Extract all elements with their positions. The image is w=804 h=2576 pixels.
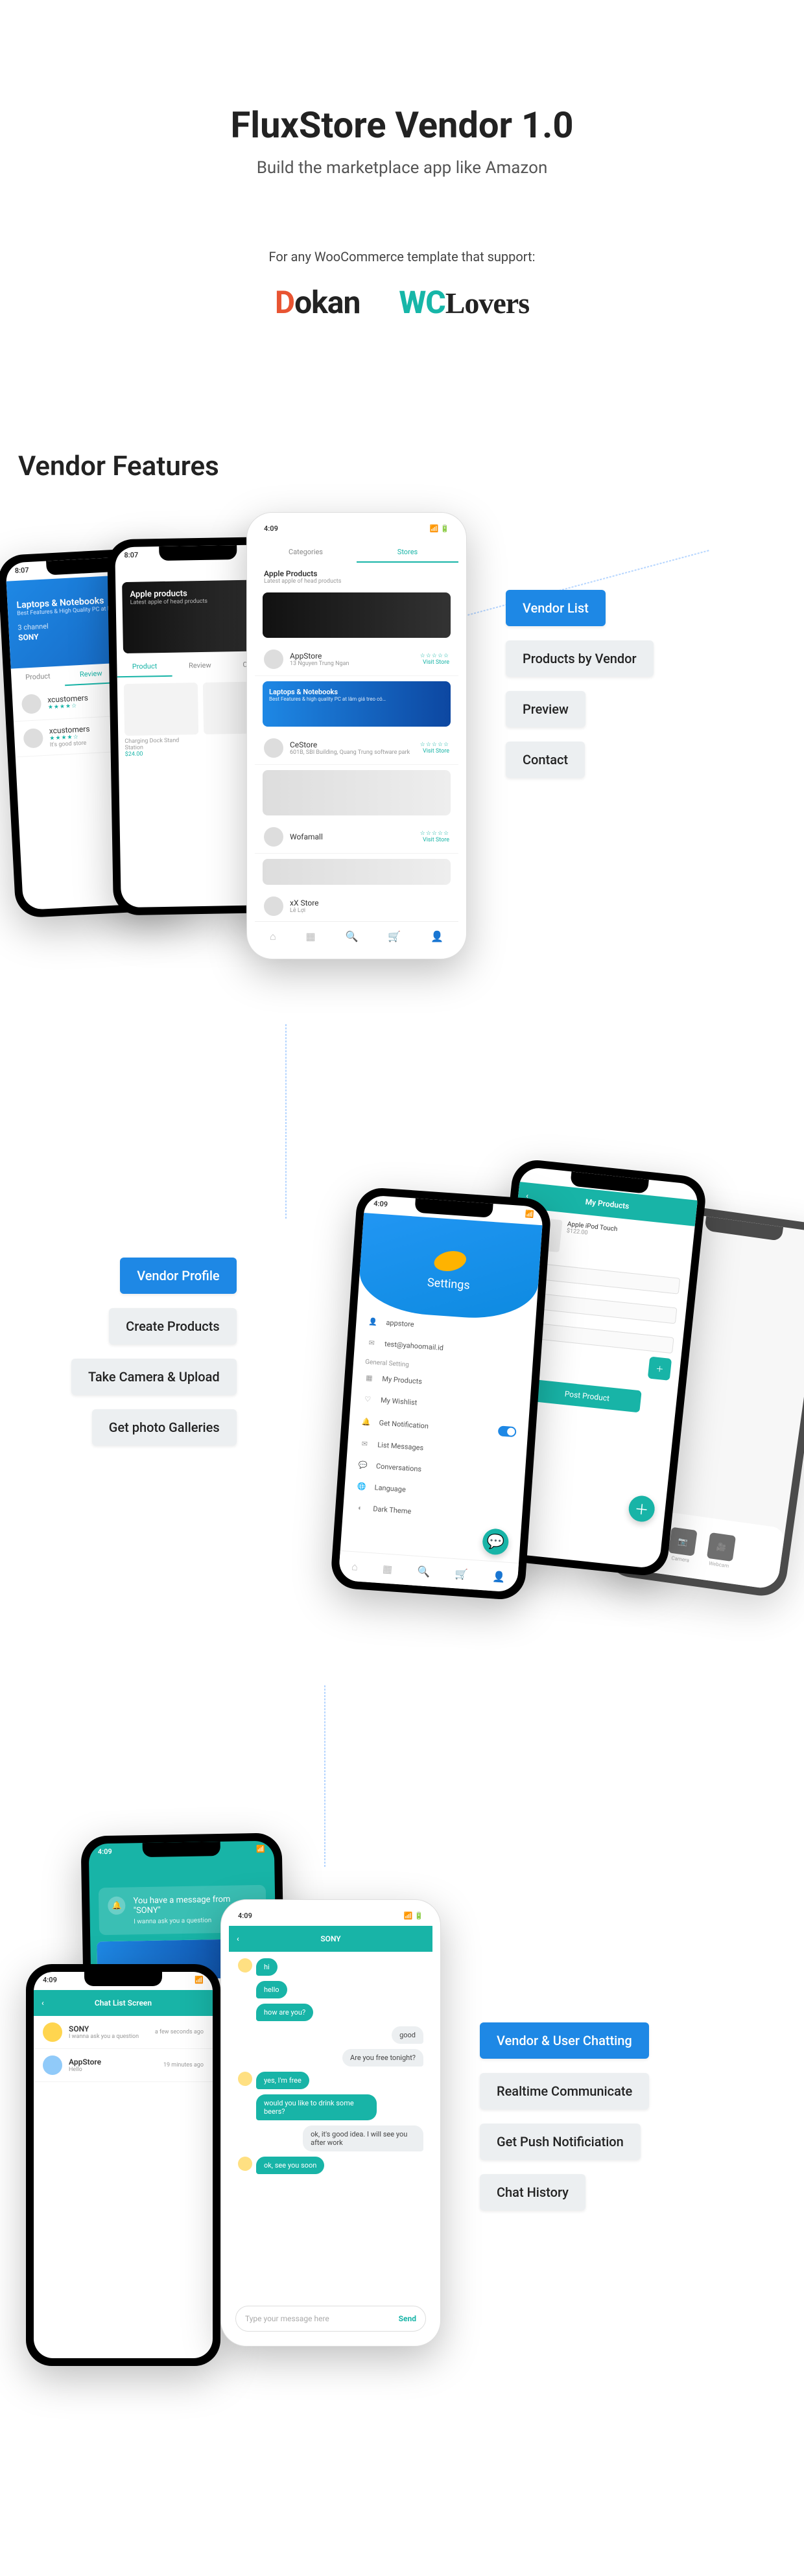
send-button[interactable]: Send	[399, 2314, 416, 2323]
template-support-line: For any WooCommerce template that suppor…	[0, 249, 804, 264]
cart-icon: 🛒	[388, 930, 401, 943]
feature-pill-photo-galleries: Get photo Galleries	[92, 1409, 237, 1446]
user-icon: 👤	[431, 930, 443, 943]
phone-settings: 4:09📶 Settings 👤appstore ✉test@yahoomail…	[330, 1186, 552, 1600]
page-title: FluxStore Vendor 1.0	[0, 104, 804, 146]
chat-list-item[interactable]: SONY I wanna ask you a question a few se…	[34, 2016, 213, 2049]
store-banner[interactable]	[263, 770, 451, 815]
feature-pill-history: Chat History	[480, 2174, 585, 2210]
chat-input[interactable]: Type your message here Send	[235, 2306, 426, 2332]
vendor-row[interactable]: xX Store Lê Lợi	[255, 890, 458, 923]
bottom-nav[interactable]: ⌂ ▦ 🔍 🛒 👤	[255, 921, 458, 951]
feature-pill-create-products: Create Products	[109, 1308, 237, 1344]
feature-pill-preview: Preview	[506, 691, 585, 727]
store-banner[interactable]	[263, 592, 451, 638]
settings-title: Settings	[359, 1271, 538, 1297]
chat-list-title: Chat List Screen	[95, 1998, 152, 2008]
toggle[interactable]	[498, 1425, 517, 1437]
wclovers-logo: WCLovers	[399, 284, 529, 321]
grid-icon: ▦	[305, 930, 315, 943]
back-icon[interactable]: ‹	[237, 1934, 239, 1943]
chat-messages: hi hello how are you? good Are you free …	[229, 1952, 432, 2181]
mail-icon: ✉	[366, 1339, 377, 1348]
search-icon: 🔍	[345, 930, 358, 943]
webcam-icon: 🎥	[707, 1532, 736, 1562]
user-icon: 👤	[368, 1317, 379, 1326]
back-icon[interactable]: ‹	[41, 1998, 44, 2008]
page-subtitle: Build the marketplace app like Amazon	[0, 158, 804, 178]
my-products-title: My Products	[585, 1197, 630, 1211]
phone-vendor-list: 4:09📶 🔋 Categories Stores Apple Products…	[246, 512, 467, 959]
phone-chat-list: 4:09📶 ‹ Chat List Screen SONY I wanna as…	[26, 1964, 220, 2366]
dokan-logo: Dokan	[275, 284, 361, 321]
feature-pill-vendor-profile: Vendor Profile	[120, 1258, 236, 1294]
feature-pill-push: Get Push Notificiation	[480, 2124, 641, 2160]
store-banner[interactable]	[263, 859, 451, 885]
feature-pill-realtime: Realtime Communicate	[480, 2073, 649, 2109]
feature-pill-camera-upload: Take Camera & Upload	[71, 1359, 237, 1395]
vendor-row[interactable]: CeStore 601B, SBI Building, Quang Trung …	[255, 732, 458, 765]
feature-pill-chatting: Vendor & User Chatting	[480, 2022, 649, 2059]
home-icon: ⌂	[270, 930, 276, 943]
feature-pill-products-by-vendor: Products by Vendor	[506, 640, 654, 677]
bell-icon: 🔔	[108, 1897, 126, 1915]
fab-chat[interactable]: 💬	[482, 1528, 510, 1556]
camera-icon: 📷	[668, 1527, 697, 1556]
add-image-button[interactable]: ＋	[648, 1357, 672, 1381]
vendor-row[interactable]: AppStore 13 Nguyen Trung Ngan ☆☆☆☆☆ Visi…	[255, 643, 458, 676]
store-banner[interactable]: Laptops & Notebooks Best Features & high…	[263, 681, 451, 727]
chat-header-title: SONY	[320, 1934, 340, 1943]
chat-list-item[interactable]: AppStore Hello 19 minutes ago	[34, 2049, 213, 2082]
fab-add[interactable]: ＋	[628, 1495, 656, 1523]
top-tabs[interactable]: Categories Stores	[255, 543, 458, 563]
phone-chat: 4:09📶 🔋 ‹ SONY hi hello how are you? goo…	[220, 1899, 441, 2347]
bottom-nav[interactable]: ⌂▦🔍🛒👤	[338, 1551, 519, 1593]
vendor-row[interactable]: Wofamall ☆☆☆☆☆ Visit Store	[255, 821, 458, 854]
post-product-button[interactable]: Post Product	[532, 1379, 641, 1412]
feature-pill-vendor-list: Vendor List	[506, 590, 606, 626]
feature-pill-contact: Contact	[506, 742, 585, 778]
section-vendor-features-title: Vendor Features	[18, 451, 804, 482]
